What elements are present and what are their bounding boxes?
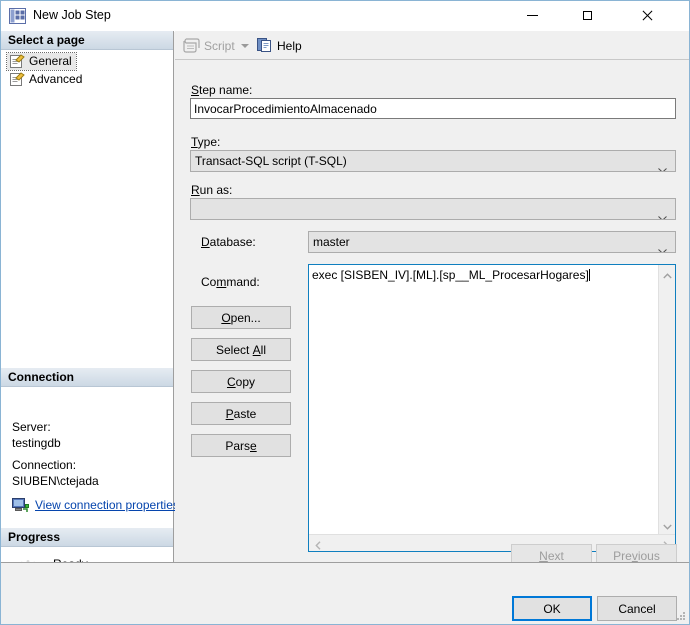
sidebar-item-advanced[interactable]: Advanced (7, 71, 86, 88)
connection-header: Connection (1, 368, 173, 387)
left-panel: Select a page General Advanced Connectio… (1, 31, 179, 591)
database-label: Database: (201, 235, 256, 249)
command-value: exec [SISBEN_IV].[ML].[sp__ML_ProcesarHo… (312, 268, 589, 282)
command-label: Command: (201, 275, 260, 289)
chevron-down-icon-runas (658, 207, 667, 219)
paste-button[interactable]: Paste (191, 402, 291, 425)
dialog-footer: OK Cancel (1, 562, 689, 624)
scroll-down-icon[interactable] (663, 520, 672, 530)
scroll-left-icon[interactable] (314, 539, 323, 550)
command-textarea[interactable]: exec [SISBEN_IV].[ML].[sp__ML_ProcesarHo… (308, 264, 676, 552)
chevron-down-icon-type (658, 159, 667, 171)
connection-properties-icon (12, 498, 29, 513)
sidebar-item-general[interactable]: General (6, 52, 77, 71)
minimize-button[interactable] (511, 1, 556, 30)
help-icon (257, 37, 273, 53)
cancel-button[interactable]: Cancel (597, 596, 677, 621)
sidebar-item-advanced-label: Advanced (29, 72, 83, 86)
connection-value: SIUBEN\ctejada (12, 474, 99, 488)
title-bar: New Job Step (1, 1, 689, 32)
sidebar-item-general-label: General (29, 54, 72, 68)
command-text: exec [SISBEN_IV].[ML].[sp__ML_ProcesarHo… (312, 268, 656, 283)
select-page-header: Select a page (1, 31, 173, 50)
step-name-label-rest: tep name: (199, 83, 253, 97)
page-advanced-icon (9, 72, 25, 87)
type-value: Transact-SQL script (T-SQL) (195, 154, 347, 168)
resize-grip[interactable] (674, 609, 686, 621)
copy-button[interactable]: Copy (191, 370, 291, 393)
new-job-step-dialog: New Job Step Select a page General Advan… (0, 0, 690, 625)
script-icon (183, 37, 200, 53)
view-connection-properties-link[interactable]: View connection properties (35, 498, 179, 512)
database-combobox[interactable]: master (308, 231, 676, 253)
maximize-button[interactable] (566, 1, 611, 30)
help-button-label[interactable]: Help (277, 39, 302, 53)
step-name-input[interactable] (190, 98, 676, 119)
step-name-label: Step name: (191, 83, 253, 97)
server-value: testingdb (12, 436, 61, 450)
run-as-combobox[interactable] (190, 198, 676, 220)
type-label: Type: (191, 135, 221, 149)
toolbar: Script Help (175, 31, 689, 60)
text-caret (588, 269, 590, 281)
ok-button[interactable]: OK (512, 596, 592, 621)
script-button-label[interactable]: Script (204, 39, 235, 53)
scroll-up-icon[interactable] (663, 270, 672, 279)
server-label: Server: (12, 420, 51, 434)
database-value: master (313, 235, 350, 249)
maximize-icon (583, 11, 592, 20)
open-button[interactable]: Open... (191, 306, 291, 329)
page-general-icon (9, 54, 25, 69)
minimize-icon (527, 15, 538, 16)
job-step-icon (9, 8, 26, 24)
type-combobox[interactable]: Transact-SQL script (T-SQL) (190, 150, 676, 172)
connection-label: Connection: (12, 458, 77, 472)
chevron-down-icon-database (658, 240, 667, 252)
run-as-label: Run as: (191, 183, 233, 197)
window-title: New Job Step (33, 8, 111, 22)
parse-button[interactable]: Parse (191, 434, 291, 457)
progress-header: Progress (1, 528, 173, 547)
select-all-button[interactable]: Select All (191, 338, 291, 361)
command-vertical-scrollbar[interactable] (658, 265, 675, 534)
chevron-down-icon[interactable] (241, 44, 249, 48)
main-panel: Script Help Step name: Type: Trans (175, 31, 689, 567)
close-button[interactable] (626, 1, 671, 30)
